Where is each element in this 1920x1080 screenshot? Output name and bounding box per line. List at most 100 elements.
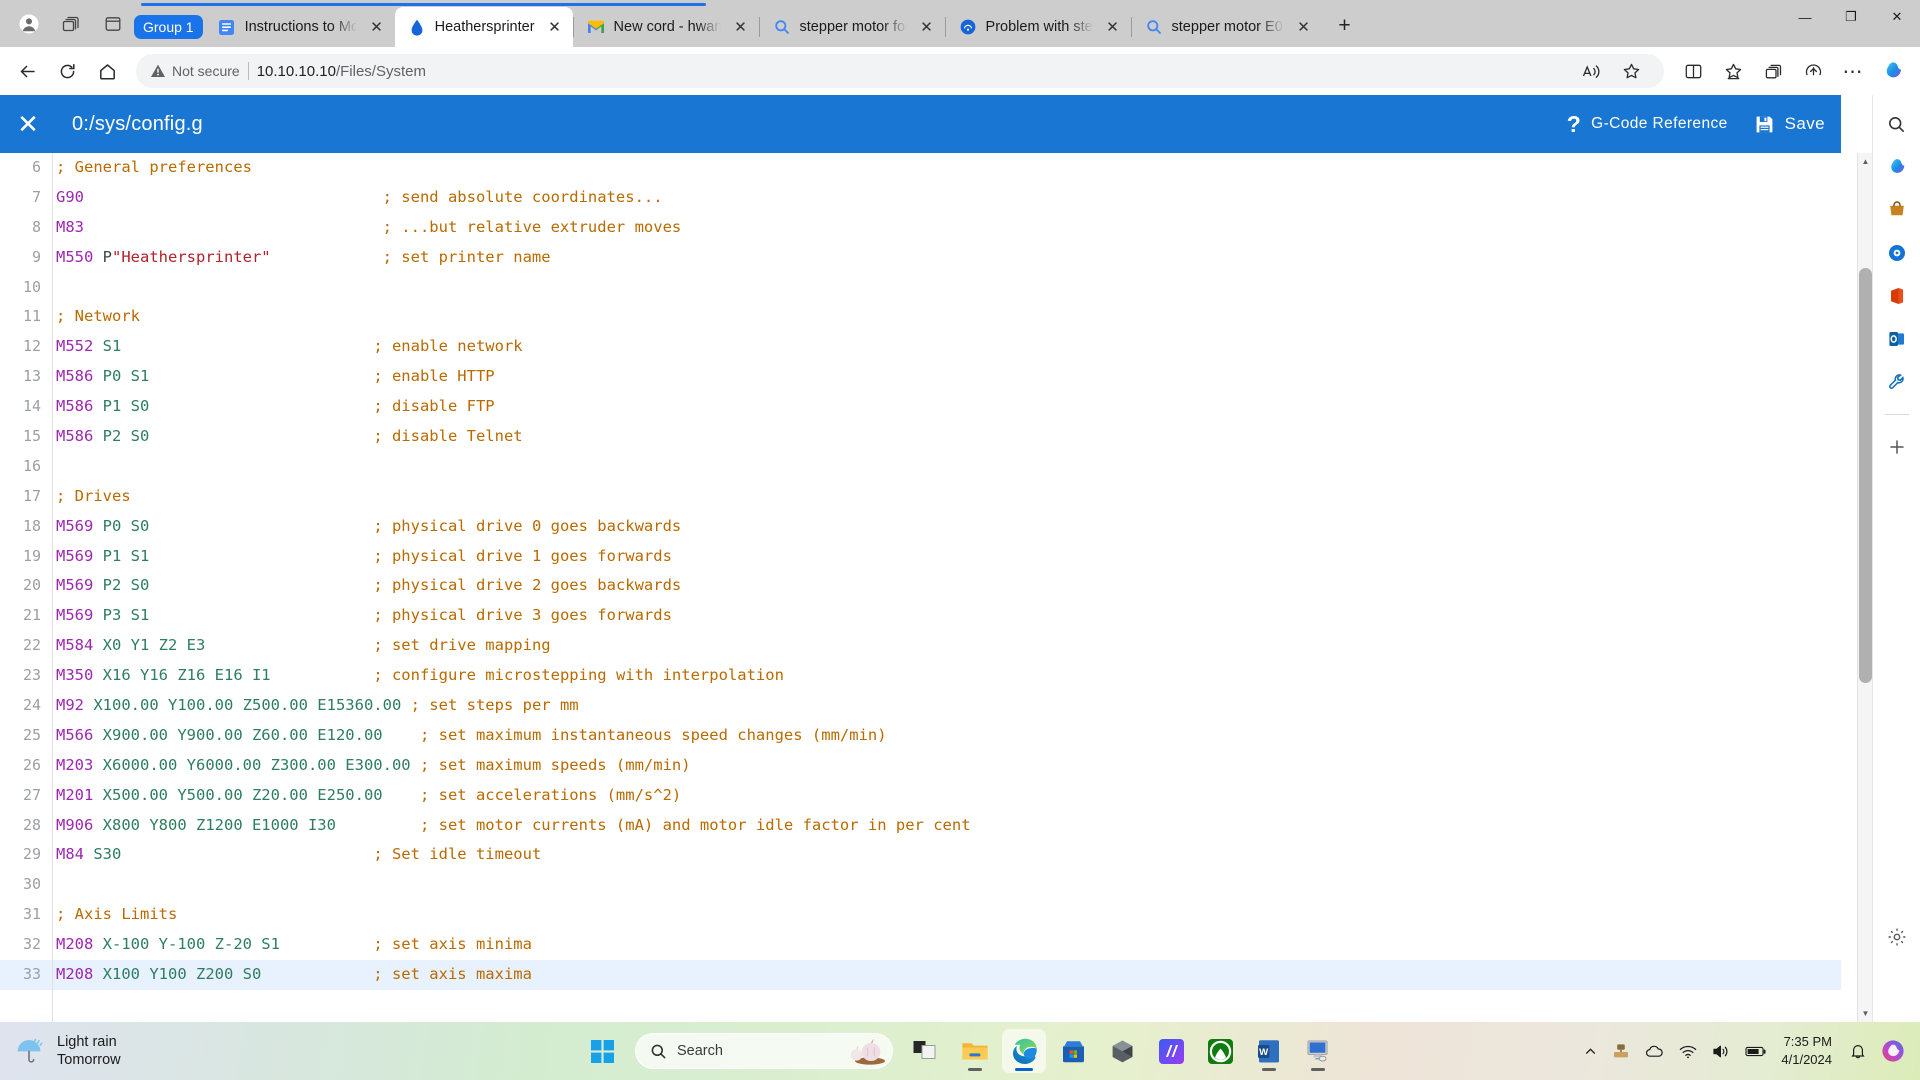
security-indicator[interactable]: Not secure xyxy=(150,63,240,79)
xbox-button[interactable] xyxy=(1198,1029,1242,1073)
microsoft-store-button[interactable] xyxy=(1051,1029,1095,1073)
editor-scrollbar[interactable]: ▲ ▼ xyxy=(1857,153,1872,1022)
code-line[interactable]: 24 M92 X100.00 Y100.00 Z500.00 E15360.00 … xyxy=(0,691,1841,721)
games-icon[interactable] xyxy=(1882,238,1912,268)
scrollbar-thumb[interactable] xyxy=(1859,268,1872,683)
outlook-icon[interactable] xyxy=(1882,324,1912,354)
tab-close-icon[interactable]: ✕ xyxy=(1101,15,1125,39)
code-line[interactable]: 8 M83 ; ...but relative extruder moves xyxy=(0,213,1841,243)
code-line[interactable]: 16 xyxy=(0,452,1841,482)
maximize-button[interactable]: ❐ xyxy=(1828,0,1874,34)
ethernet-icon[interactable] xyxy=(1607,1034,1635,1068)
split-screen-icon[interactable] xyxy=(1674,52,1712,90)
start-button[interactable] xyxy=(580,1029,624,1073)
tab-heathersprinter[interactable]: Heathersprinter ✕ xyxy=(394,7,573,47)
tab-problem-with-stepper[interactable]: Problem with stepper m ✕ xyxy=(946,7,1131,47)
search-icon[interactable] xyxy=(1882,109,1912,139)
code-line[interactable]: 33 M208 X100 Y100 Z200 S0 ; set axis maxi… xyxy=(0,960,1841,990)
settings-icon[interactable] xyxy=(1882,922,1912,952)
code-line[interactable]: 19 M569 P1 S1 ; physical drive 1 goes for… xyxy=(0,542,1841,572)
code-line[interactable]: 30 xyxy=(0,870,1841,900)
code-line[interactable]: 27 M201 X500.00 Y500.00 Z20.00 E250.00 ; … xyxy=(0,781,1841,811)
task-view-button[interactable] xyxy=(904,1029,948,1073)
code-line[interactable]: 32 M208 X-100 Y-100 Z-20 S1 ; set axis mi… xyxy=(0,930,1841,960)
code-line[interactable]: 31 ; Axis Limits xyxy=(0,900,1841,930)
word-button[interactable]: W xyxy=(1247,1029,1291,1073)
volume-icon[interactable] xyxy=(1707,1034,1735,1068)
tab-stepper-motor-search[interactable]: stepper motor for extru ✕ xyxy=(760,7,945,47)
copilot-taskbar-icon[interactable] xyxy=(1876,1034,1910,1068)
collections-icon[interactable] xyxy=(1754,52,1792,90)
minimize-button[interactable]: — xyxy=(1782,0,1828,34)
code-line[interactable]: 18 M569 P0 S0 ; physical drive 0 goes bac… xyxy=(0,512,1841,542)
scroll-up-arrow-icon[interactable]: ▲ xyxy=(1858,153,1872,170)
tab-close-icon[interactable]: ✕ xyxy=(915,15,939,39)
file-explorer-button[interactable] xyxy=(953,1029,997,1073)
blender-button[interactable] xyxy=(1100,1029,1144,1073)
close-window-button[interactable]: ✕ xyxy=(1874,0,1920,34)
code-line[interactable]: 28 M906 X800 Y800 Z1200 E1000 I30 ; set m… xyxy=(0,811,1841,841)
code-line[interactable]: 22 M584 X0 Y1 Z2 E3 ; set drive mapping xyxy=(0,631,1841,661)
chevron-up-icon[interactable] xyxy=(1579,1034,1602,1068)
code-line[interactable]: 23 M350 X16 Y16 Z16 E16 I1 ; configure mi… xyxy=(0,661,1841,691)
code-line[interactable]: 25 M566 X900.00 Y900.00 Z60.00 E120.00 ; … xyxy=(0,721,1841,751)
code-line[interactable]: 20 M569 P2 S0 ; physical drive 2 goes bac… xyxy=(0,571,1841,601)
code-line[interactable]: 13 M586 P0 S1 ; enable HTTP xyxy=(0,362,1841,392)
code-editor[interactable]: 6 ; General preferences 7 G90 ; send absolu… xyxy=(0,153,1841,1022)
remote-desktop-button[interactable] xyxy=(1296,1029,1340,1073)
gcode-reference-button[interactable]: ? G-Code Reference xyxy=(1567,112,1728,136)
cloud-icon[interactable] xyxy=(1640,1034,1669,1068)
collections-icon[interactable] xyxy=(50,3,92,45)
home-icon[interactable] xyxy=(88,52,126,90)
read-aloud-icon[interactable] xyxy=(1572,56,1610,86)
microsoft365-icon[interactable] xyxy=(1882,281,1912,311)
battery-icon[interactable] xyxy=(1740,1034,1772,1068)
code-line[interactable]: 9 M550 P"Heathersprinter" ; set printer n… xyxy=(0,243,1841,273)
bell-icon[interactable] xyxy=(1845,1034,1871,1068)
code-line[interactable]: 11 ; Network xyxy=(0,302,1841,332)
code-line[interactable]: 26 M203 X6000.00 Y6000.00 Z300.00 E300.00… xyxy=(0,751,1841,781)
copilot-icon[interactable] xyxy=(1874,52,1912,90)
tab-stepper-motor-e0[interactable]: stepper motor E0 on d ✕ xyxy=(1132,7,1322,47)
taskbar-search[interactable]: Search xyxy=(635,1033,893,1069)
tab-group-label[interactable]: Group 1 xyxy=(134,15,203,39)
tab-actions-icon[interactable] xyxy=(92,3,134,45)
tab-close-icon[interactable]: ✕ xyxy=(365,15,389,39)
weather-widget[interactable]: Light rain Tomorrow xyxy=(0,1033,300,1069)
code-line[interactable]: 6 ; General preferences xyxy=(0,153,1841,183)
code-line[interactable]: 12 M552 S1 ; enable network xyxy=(0,332,1841,362)
settings-and-more-icon[interactable]: ⋯ xyxy=(1834,52,1872,90)
address-input[interactable]: Not secure 10.10.10.10/Files/System xyxy=(136,54,1664,88)
tab-new-cord[interactable]: New cord - hwanczyk@ ✕ xyxy=(574,7,759,47)
code-line[interactable]: 14 M586 P1 S0 ; disable FTP xyxy=(0,392,1841,422)
code-line[interactable]: 29 M84 S30 ; Set idle timeout xyxy=(0,840,1841,870)
close-editor-button[interactable]: ✕ xyxy=(0,96,56,152)
code-line[interactable]: 17 ; Drives xyxy=(0,482,1841,512)
makerbot-button[interactable] xyxy=(1149,1029,1193,1073)
scroll-down-arrow-icon[interactable]: ▼ xyxy=(1858,1005,1872,1022)
microsoft-edge-button[interactable] xyxy=(1002,1029,1046,1073)
refresh-icon[interactable] xyxy=(48,52,86,90)
browser-essentials-icon[interactable] xyxy=(1794,52,1832,90)
code-line[interactable]: 7 G90 ; send absolute coordinates... xyxy=(0,183,1841,213)
save-button[interactable]: Save xyxy=(1754,114,1825,135)
tab-close-icon[interactable]: ✕ xyxy=(543,15,567,39)
new-tab-button[interactable]: + xyxy=(1328,9,1362,43)
tools-icon[interactable] xyxy=(1882,367,1912,397)
code-line[interactable]: 15 M586 P2 S0 ; disable Telnet xyxy=(0,422,1841,452)
garlic-image[interactable] xyxy=(840,1037,886,1065)
clock[interactable]: 7:35 PM 4/1/2024 xyxy=(1777,1033,1840,1068)
back-arrow-icon[interactable] xyxy=(8,52,46,90)
code-line[interactable]: 10 xyxy=(0,273,1841,303)
tab-close-icon[interactable]: ✕ xyxy=(1292,15,1316,39)
copilot-icon[interactable] xyxy=(1882,152,1912,182)
account-icon[interactable] xyxy=(8,3,50,45)
shopping-icon[interactable] xyxy=(1882,195,1912,225)
tab-instructions[interactable]: Instructions to Modify ✕ xyxy=(205,7,395,47)
code-line[interactable]: 21 M569 P3 S1 ; physical drive 3 goes for… xyxy=(0,601,1841,631)
add-icon[interactable] xyxy=(1882,432,1912,462)
wifi-icon[interactable] xyxy=(1674,1034,1702,1068)
favorite-star-icon[interactable] xyxy=(1612,56,1650,86)
favorites-icon[interactable] xyxy=(1714,52,1752,90)
tab-close-icon[interactable]: ✕ xyxy=(729,15,753,39)
